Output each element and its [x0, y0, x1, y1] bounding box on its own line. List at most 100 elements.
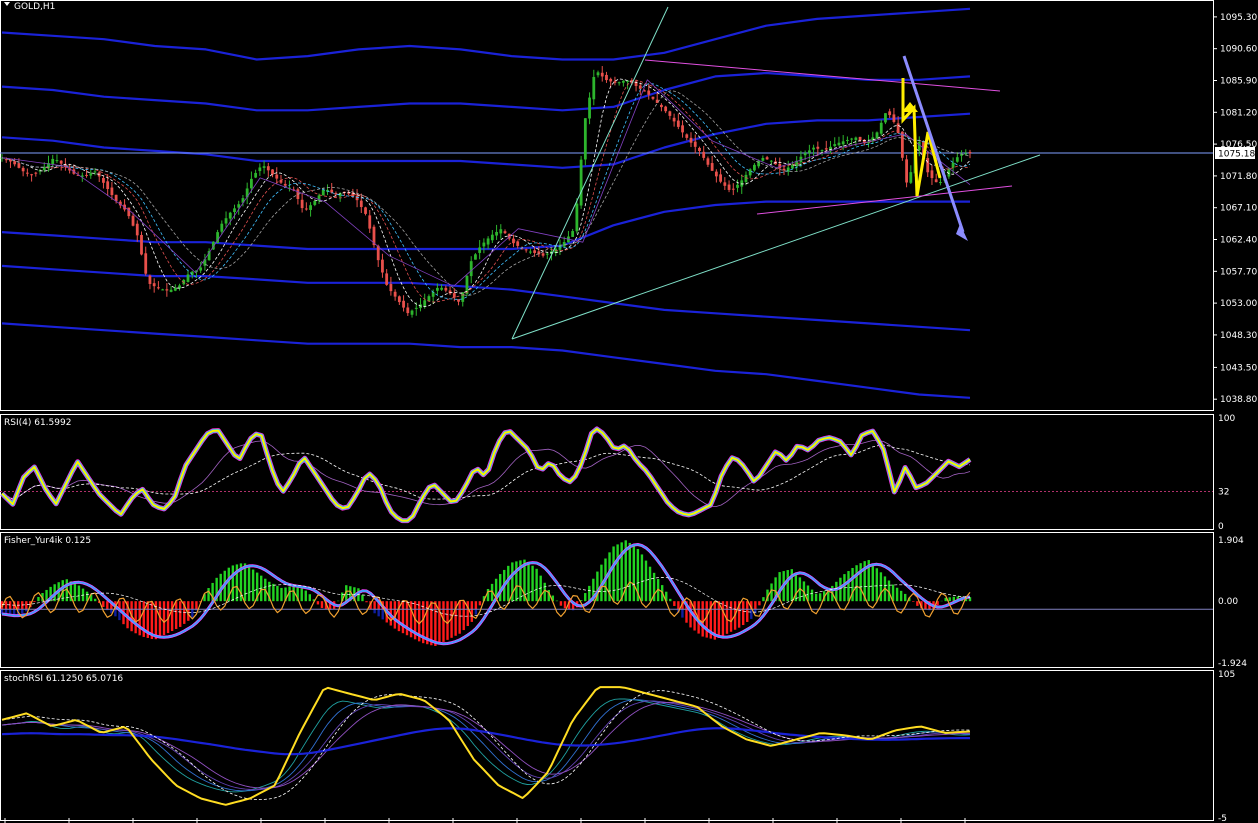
- panel-frames: [0, 0, 1214, 821]
- candle-body: [545, 253, 549, 255]
- candle-body: [157, 287, 160, 289]
- fisher-positive-bar: [515, 561, 518, 602]
- candle-body: [968, 152, 972, 154]
- candle-body: [850, 138, 854, 140]
- candle-body: [161, 289, 165, 291]
- support-trendline: [511, 154, 1041, 340]
- fisher-negative-bar: [725, 609, 729, 634]
- fisher-negative-bar: [122, 601, 125, 610]
- candle-body: [300, 199, 304, 209]
- price-tick-label: 1090.60: [1220, 45, 1257, 55]
- candle-body: [672, 117, 676, 122]
- bollinger-band-line: [1, 71, 971, 112]
- fisher-negative-bar: [701, 601, 704, 610]
- fisher-positive-bar: [786, 570, 789, 602]
- candle-body: [740, 180, 744, 187]
- fisher-positive-bar: [535, 568, 538, 602]
- candle-body: [173, 287, 177, 291]
- fisher-negative-bar: [409, 609, 413, 638]
- current-price-text: 1075.18: [1218, 150, 1255, 160]
- stochrsi-axis: 105 -5: [1218, 670, 1235, 823]
- stochrsi-tick-label: -5: [1218, 814, 1227, 823]
- candle-body: [951, 162, 955, 168]
- price-tick-label: 1038.80: [1220, 395, 1257, 405]
- fisher-negative-bar: [377, 609, 380, 617]
- candle-body: [249, 178, 253, 189]
- candle-body: [676, 120, 680, 127]
- fisher-negative-bar: [162, 601, 166, 610]
- fisher-positive-bar: [247, 566, 251, 602]
- fisher-positive-bar: [73, 583, 77, 602]
- candle-body: [406, 307, 410, 314]
- candle-body: [140, 234, 143, 255]
- candle-body: [148, 275, 152, 284]
- candle-body: [313, 200, 317, 205]
- fisher-axis: 1.904 0.00 -1.924: [1218, 536, 1247, 669]
- candle-body: [651, 96, 655, 99]
- fisher-negative-bar: [25, 601, 28, 610]
- fisher-negative-bar: [158, 609, 162, 638]
- fisher-positive-bar: [304, 590, 307, 602]
- fisher-positive-bar: [361, 595, 364, 602]
- fisher-positive-bar: [272, 583, 275, 602]
- candle-body: [85, 174, 88, 176]
- price-tick-label: 1071.80: [1220, 172, 1257, 182]
- bollinger-band-line: [1, 7, 971, 61]
- candle-body: [875, 132, 879, 139]
- candle-body: [21, 167, 25, 172]
- fisher-tick-label: -1.924: [1218, 659, 1247, 669]
- candle-body: [224, 218, 228, 224]
- candle-body: [482, 242, 486, 247]
- fisher-negative-bar: [446, 609, 449, 640]
- candle-body: [59, 160, 63, 164]
- candle-body: [731, 188, 735, 190]
- fisher-positive-bar: [628, 542, 631, 602]
- fisher-positive-bar: [531, 565, 534, 602]
- candle-body: [13, 161, 17, 165]
- dropdown-triangle-icon[interactable]: [4, 2, 10, 6]
- candle-body: [685, 134, 689, 138]
- fisher-negative-bar: [746, 609, 749, 622]
- fisher-negative-bar: [725, 601, 729, 610]
- candle-body: [106, 181, 110, 190]
- candle-body: [714, 171, 718, 177]
- fisher-negative-bar: [134, 601, 137, 610]
- price-plot: [0, 6, 1213, 399]
- bollinger-band-line: [1, 112, 971, 169]
- candle-body: [237, 204, 241, 208]
- fisher-negative-bar: [389, 601, 393, 610]
- candle-body: [17, 163, 21, 168]
- candle-body: [55, 160, 59, 162]
- fisher-negative-bar: [381, 609, 384, 620]
- zigzag-line: [1, 79, 971, 287]
- candle-body: [410, 310, 414, 315]
- candle-body: [524, 249, 528, 251]
- fisher-negative-bar: [33, 601, 36, 603]
- symbol-header[interactable]: GOLD,H1: [4, 2, 55, 12]
- fisher-positive-bar: [640, 554, 644, 602]
- candle-body: [355, 195, 359, 201]
- stochrsi-tick-label: 105: [1218, 670, 1235, 680]
- fisher-negative-bar: [758, 601, 761, 606]
- fisher-negative-bar: [166, 609, 170, 634]
- candle-body: [397, 296, 401, 303]
- fisher-negative-bar: [454, 609, 457, 636]
- candle-body: [668, 111, 672, 116]
- candle-body: [478, 247, 482, 253]
- fisher-positive-bar: [527, 562, 530, 602]
- fisher-negative-bar: [166, 601, 170, 610]
- candle-body: [393, 291, 397, 297]
- candle-body: [706, 158, 710, 165]
- candle-body: [385, 273, 389, 285]
- candle-body: [592, 76, 596, 100]
- fisher-positive-bar: [37, 596, 40, 602]
- candle-body: [359, 200, 363, 208]
- price-tick-label: 1057.70: [1220, 267, 1257, 277]
- fisher-negative-bar: [442, 601, 445, 610]
- fisher-negative-bar: [470, 601, 474, 610]
- fisher-negative-bar: [191, 601, 194, 610]
- candle-body: [516, 241, 520, 246]
- trading-chart[interactable]: GOLD,H1 RSI(4) 61.5992 Fisher_Yur4ik 0.1…: [0, 0, 1258, 823]
- candle-body: [702, 151, 706, 158]
- candle-body: [575, 203, 579, 232]
